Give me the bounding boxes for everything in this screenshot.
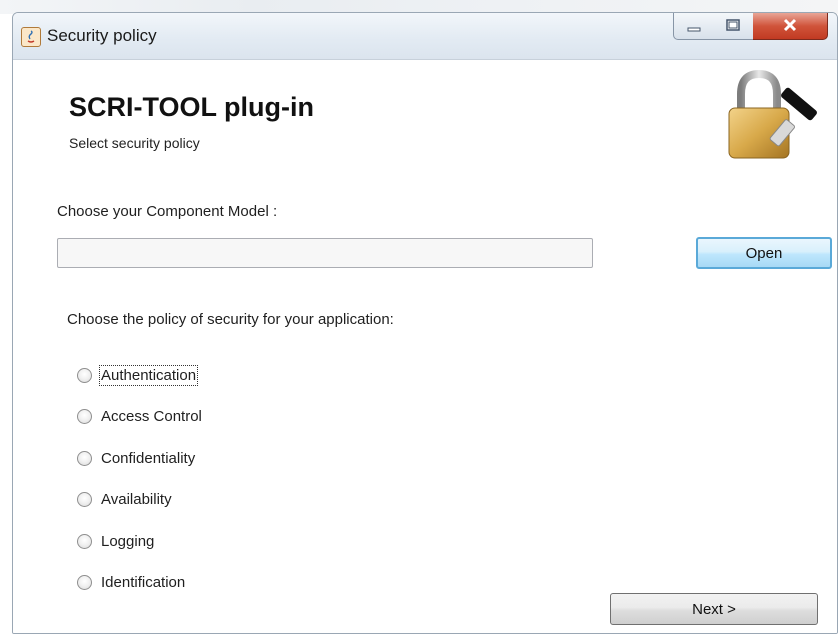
wizard-content: Choose your Component Model : Open Choos… xyxy=(13,168,837,633)
radio-availability[interactable]: Availability xyxy=(77,491,172,508)
maximize-button[interactable] xyxy=(713,13,754,40)
radio-access-control[interactable]: Access Control xyxy=(77,408,202,425)
close-button[interactable] xyxy=(753,13,828,40)
radio-label: Availability xyxy=(101,491,172,508)
radio-confidentiality[interactable]: Confidentiality xyxy=(77,450,195,467)
radio-label: Identification xyxy=(101,574,186,591)
radio-authentication[interactable]: Authentication xyxy=(77,365,199,386)
maximize-icon xyxy=(725,17,741,36)
radio-button-icon[interactable] xyxy=(77,451,92,466)
radio-label: Authentication xyxy=(98,365,199,386)
header-subtitle: Select security policy xyxy=(69,135,200,151)
radio-button-icon[interactable] xyxy=(77,575,92,590)
radio-label: Confidentiality xyxy=(101,450,196,467)
dialog-window: Security policy SCRI-TOOL plug-in Select… xyxy=(12,12,838,634)
radio-logging[interactable]: Logging xyxy=(77,533,154,550)
minimize-icon xyxy=(686,17,702,36)
window-title: Security policy xyxy=(47,26,157,45)
radio-button-icon[interactable] xyxy=(77,492,92,507)
header-title: SCRI-TOOL plug-in xyxy=(69,92,314,122)
component-model-field[interactable] xyxy=(57,238,593,268)
title-bar[interactable]: Security policy xyxy=(13,13,837,59)
radio-button-icon[interactable] xyxy=(77,534,92,549)
open-button[interactable]: Open xyxy=(696,237,832,269)
wizard-header: SCRI-TOOL plug-in Select security policy xyxy=(13,59,837,169)
minimize-button[interactable] xyxy=(673,13,715,40)
radio-label: Logging xyxy=(101,533,155,550)
radio-label: Access Control xyxy=(101,408,202,425)
component-model-label: Choose your Component Model : xyxy=(57,203,278,220)
radio-button-icon[interactable] xyxy=(77,409,92,424)
next-button[interactable]: Next > xyxy=(610,593,818,625)
java-app-icon xyxy=(21,27,41,47)
radio-button-icon[interactable] xyxy=(77,368,92,383)
padlock-key-icon xyxy=(719,64,825,168)
radio-identification[interactable]: Identification xyxy=(77,574,185,591)
policy-label: Choose the policy of security for your a… xyxy=(67,311,394,328)
close-icon xyxy=(782,17,798,36)
